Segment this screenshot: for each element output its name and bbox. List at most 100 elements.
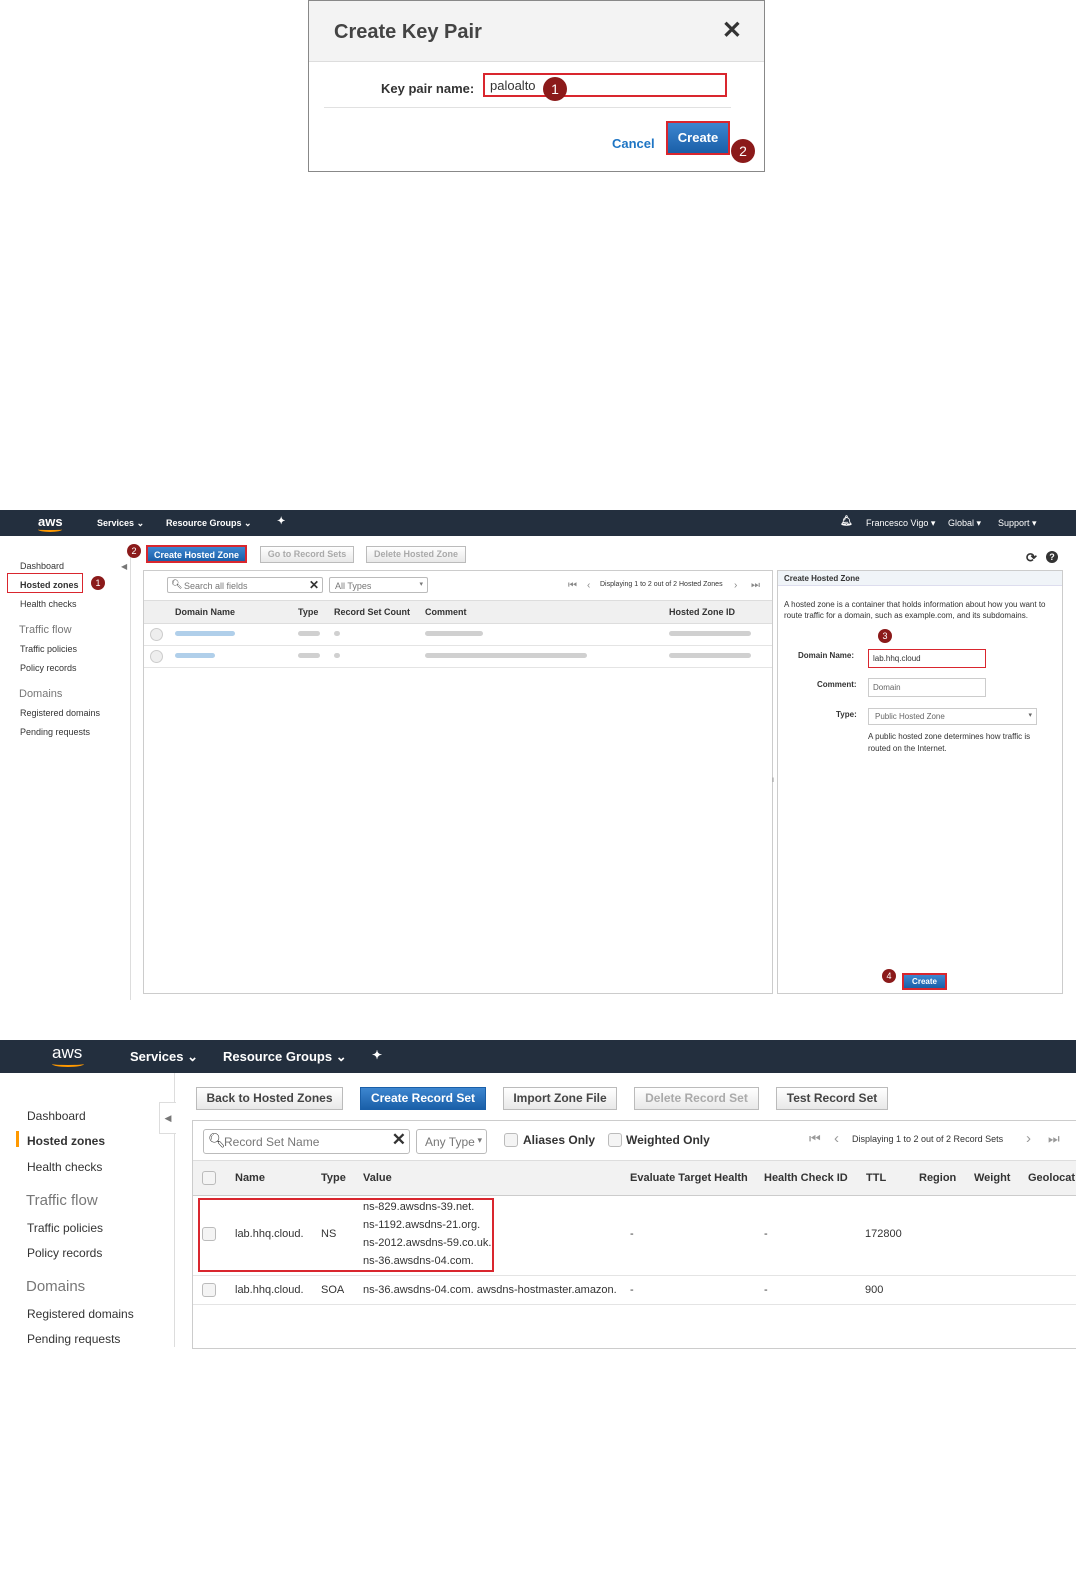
resource-groups-menu[interactable]: Resource Groups ⌄ bbox=[166, 518, 252, 529]
first-page-icon[interactable]: ⏮︎ bbox=[809, 1131, 821, 1147]
create-record-set-button[interactable]: Create Record Set bbox=[360, 1087, 486, 1110]
next-page-icon[interactable]: › bbox=[734, 580, 737, 591]
column-comment[interactable]: Comment bbox=[425, 607, 467, 617]
step-badge-2: 2 bbox=[731, 139, 755, 163]
first-page-icon[interactable]: ⏮︎ bbox=[568, 580, 577, 591]
column-ttl[interactable]: TTL bbox=[866, 1172, 886, 1184]
table-row[interactable] bbox=[144, 645, 772, 668]
column-value[interactable]: Value bbox=[363, 1172, 392, 1184]
create-button[interactable]: Create bbox=[902, 973, 947, 990]
pagination-text: Displaying 1 to 2 out of 2 Record Sets bbox=[852, 1134, 1004, 1144]
column-type[interactable]: Type bbox=[298, 607, 318, 617]
cancel-button[interactable]: Cancel bbox=[612, 136, 655, 151]
column-geolocation[interactable]: Geolocat bbox=[1028, 1172, 1075, 1184]
collapse-sidebar-icon[interactable]: ◀ bbox=[121, 562, 127, 571]
panel-resize-handle[interactable]: ‖ bbox=[772, 778, 774, 784]
key-pair-name-label: Key pair name: bbox=[381, 81, 475, 96]
sidebar: Dashboard Hosted zones Health checks Tra… bbox=[0, 1073, 175, 1347]
sidebar-item-traffic-policies[interactable]: Traffic policies bbox=[20, 644, 77, 654]
close-icon[interactable]: ✕ bbox=[722, 19, 742, 43]
create-hosted-zone-button[interactable]: Create Hosted Zone bbox=[146, 545, 247, 563]
import-zone-file-button[interactable]: Import Zone File bbox=[503, 1087, 617, 1110]
type-select[interactable]: Any Type ▾ bbox=[416, 1129, 487, 1154]
step-badge-1: 1 bbox=[91, 576, 105, 590]
top-nav: aws Services ⌄ Resource Groups ⌄ ✦ bbox=[0, 1040, 1076, 1073]
record-value: ns-1192.awsdns-21.org. bbox=[363, 1219, 481, 1231]
help-icon[interactable]: ? bbox=[1046, 551, 1058, 563]
row-radio[interactable] bbox=[150, 650, 163, 663]
sidebar-item-hosted-zones[interactable]: Hosted zones bbox=[20, 580, 79, 590]
sidebar-item-policy-records[interactable]: Policy records bbox=[27, 1246, 102, 1260]
bell-icon[interactable]: 🔔︎ bbox=[840, 516, 853, 527]
redacted-type bbox=[298, 631, 320, 636]
sidebar-item-dashboard[interactable]: Dashboard bbox=[20, 561, 64, 571]
resource-groups-menu[interactable]: Resource Groups ⌄ bbox=[223, 1049, 347, 1065]
pin-icon[interactable]: ✦ bbox=[277, 516, 285, 527]
sidebar-item-health-checks[interactable]: Health checks bbox=[20, 599, 77, 609]
select-all-checkbox[interactable] bbox=[202, 1171, 216, 1185]
column-hosted-zone-id[interactable]: Hosted Zone ID bbox=[669, 607, 735, 617]
sidebar-item-hosted-zones[interactable]: Hosted zones bbox=[27, 1134, 105, 1148]
delete-record-set-button[interactable]: Delete Record Set bbox=[634, 1087, 759, 1110]
prev-page-icon[interactable]: ‹ bbox=[587, 580, 590, 591]
row-checkbox[interactable] bbox=[202, 1227, 216, 1241]
record-health-check-id: - bbox=[764, 1228, 768, 1240]
key-pair-name-input[interactable]: paloalto bbox=[483, 73, 727, 97]
column-health-check-id[interactable]: Health Check ID bbox=[764, 1172, 848, 1184]
table-row[interactable]: lab.hhq.cloud. NS ns-829.awsdns-39.net. … bbox=[193, 1195, 1076, 1276]
search-input[interactable]: 🔍︎ Record Set Name ✕ bbox=[203, 1129, 410, 1154]
table-row[interactable]: lab.hhq.cloud. SOA ns-36.awsdns-04.com. … bbox=[193, 1276, 1076, 1305]
pin-icon[interactable]: ✦ bbox=[372, 1048, 382, 1062]
services-menu[interactable]: Services ⌄ bbox=[97, 518, 144, 529]
back-to-hosted-zones-button[interactable]: Back to Hosted Zones bbox=[196, 1087, 343, 1110]
next-page-icon[interactable]: › bbox=[1026, 1130, 1031, 1147]
region-menu[interactable]: Global ▾ bbox=[948, 518, 981, 529]
user-menu[interactable]: Francesco Vigo ▾ bbox=[866, 518, 935, 529]
clear-icon[interactable]: ✕ bbox=[309, 578, 319, 592]
divider bbox=[324, 107, 731, 108]
column-evaluate-target-health[interactable]: Evaluate Target Health bbox=[630, 1172, 748, 1184]
column-type[interactable]: Type bbox=[321, 1172, 346, 1184]
step-badge-1: 1 bbox=[543, 77, 567, 101]
aliases-only-checkbox[interactable] bbox=[504, 1133, 518, 1147]
sidebar-item-pending-requests[interactable]: Pending requests bbox=[20, 727, 90, 737]
last-page-icon[interactable]: ⏭︎ bbox=[751, 580, 760, 591]
row-radio[interactable] bbox=[150, 628, 163, 641]
record-type: NS bbox=[321, 1228, 337, 1240]
sidebar-item-pending-requests[interactable]: Pending requests bbox=[27, 1332, 120, 1346]
clear-icon[interactable]: ✕ bbox=[392, 1130, 406, 1150]
aws-logo[interactable]: aws bbox=[52, 1043, 82, 1063]
dialog-title: Create Key Pair bbox=[334, 21, 482, 43]
record-value: ns-36.awsdns-04.com. awsdns-hostmaster.a… bbox=[363, 1284, 617, 1296]
record-name: lab.hhq.cloud. bbox=[235, 1284, 304, 1296]
type-select[interactable]: All Types ▾ bbox=[329, 577, 428, 593]
sidebar-item-policy-records[interactable]: Policy records bbox=[20, 663, 77, 673]
delete-hosted-zone-button[interactable]: Delete Hosted Zone bbox=[366, 546, 466, 563]
search-input[interactable]: 🔍︎ Search all fields ✕ bbox=[167, 577, 323, 593]
sidebar-item-registered-domains[interactable]: Registered domains bbox=[20, 708, 100, 718]
comment-input[interactable]: Domain bbox=[868, 678, 986, 697]
table-row[interactable] bbox=[144, 623, 772, 646]
collapse-sidebar-icon[interactable]: ◀ bbox=[159, 1102, 176, 1134]
sidebar-item-registered-domains[interactable]: Registered domains bbox=[27, 1307, 134, 1321]
prev-page-icon[interactable]: ‹ bbox=[834, 1130, 839, 1147]
sidebar-item-health-checks[interactable]: Health checks bbox=[27, 1160, 102, 1174]
last-page-icon[interactable]: ⏭︎ bbox=[1048, 1131, 1060, 1147]
sidebar-item-traffic-policies[interactable]: Traffic policies bbox=[27, 1221, 103, 1235]
column-domain-name[interactable]: Domain Name bbox=[175, 607, 235, 617]
go-to-record-sets-button[interactable]: Go to Record Sets bbox=[260, 546, 354, 563]
column-region[interactable]: Region bbox=[919, 1172, 956, 1184]
create-button[interactable]: Create bbox=[666, 121, 730, 155]
sidebar-item-dashboard[interactable]: Dashboard bbox=[27, 1109, 86, 1123]
refresh-icon[interactable]: ⟳ bbox=[1026, 550, 1037, 566]
support-menu[interactable]: Support ▾ bbox=[998, 518, 1037, 529]
column-weight[interactable]: Weight bbox=[974, 1172, 1010, 1184]
type-select[interactable]: Public Hosted Zone ▾ bbox=[868, 708, 1037, 725]
test-record-set-button[interactable]: Test Record Set bbox=[776, 1087, 888, 1110]
weighted-only-checkbox[interactable] bbox=[608, 1133, 622, 1147]
services-menu[interactable]: Services ⌄ bbox=[130, 1049, 198, 1065]
domain-name-input[interactable]: lab.hhq.cloud bbox=[868, 649, 986, 668]
column-name[interactable]: Name bbox=[235, 1172, 265, 1184]
row-checkbox[interactable] bbox=[202, 1283, 216, 1297]
column-record-set-count[interactable]: Record Set Count bbox=[334, 607, 410, 617]
